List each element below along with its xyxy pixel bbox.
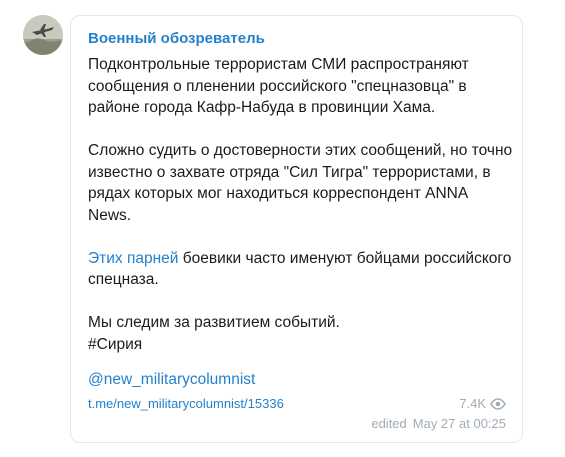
eye-icon <box>490 397 506 410</box>
paragraph-4: Мы следим за развитием событий. <box>88 314 340 331</box>
message-bubble: Военный обозреватель Подконтрольные терр… <box>70 15 523 443</box>
paragraph-1: Подконтрольные террористам СМИ распростр… <box>88 56 469 116</box>
channel-avatar-image <box>23 15 63 55</box>
post-link[interactable]: t.me/new_militarycolumnist/15336 <box>88 396 284 411</box>
message-text: Подконтрольные террористам СМИ распростр… <box>88 54 513 355</box>
these-guys-link[interactable]: Этих парней <box>88 250 178 267</box>
message-meta: edited May 27 at 00:25 <box>371 416 506 431</box>
paragraph-2: Сложно судить о достоверности этих сообщ… <box>88 142 513 224</box>
channel-mention-link[interactable]: @new_militarycolumnist <box>88 371 255 389</box>
channel-avatar[interactable] <box>23 15 63 55</box>
paragraph-3: Этих парней боевики часто именуют бойцам… <box>88 248 513 291</box>
message-date[interactable]: May 27 at 00:25 <box>413 416 506 431</box>
channel-name-link[interactable]: Военный обозреватель <box>88 30 265 47</box>
views-count: 7.4K <box>459 396 486 411</box>
views-counter: 7.4K <box>459 396 506 411</box>
edited-label: edited <box>371 416 407 431</box>
hashtag[interactable]: #Сирия <box>88 334 513 356</box>
